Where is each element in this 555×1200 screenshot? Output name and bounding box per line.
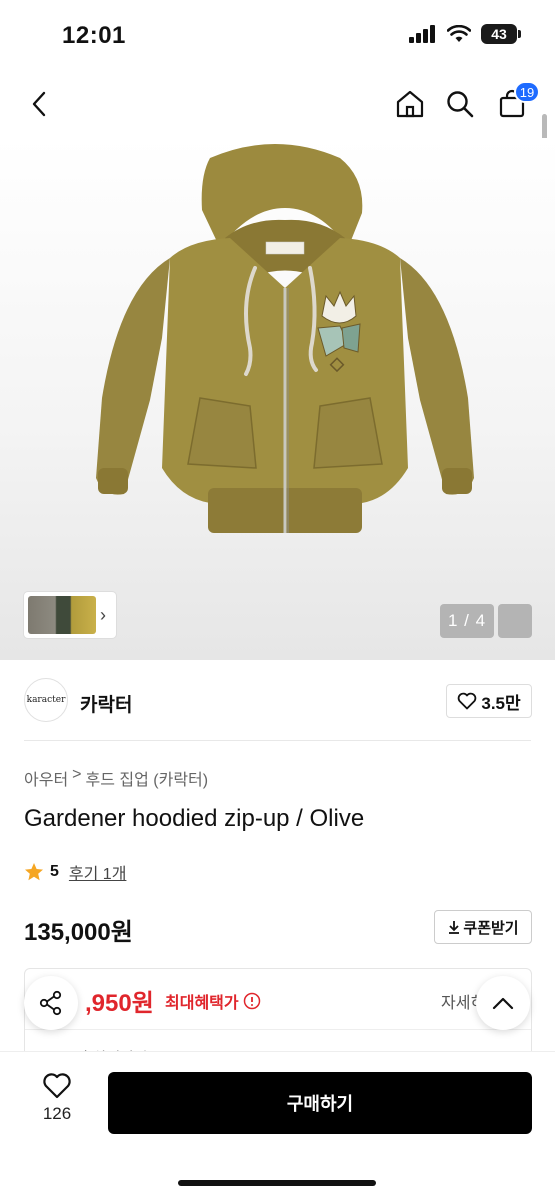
rating-row: 5 후기 1개 xyxy=(24,860,126,884)
status-bar: 12:01 43 xyxy=(0,0,555,72)
search-button[interactable] xyxy=(440,84,480,124)
bottom-action-bar: 126 구매하기 xyxy=(0,1052,555,1200)
brand-row: karacter 카락터 3.5만 xyxy=(0,660,555,742)
coupon-button[interactable]: 쿠폰받기 xyxy=(434,910,532,944)
thumbnail-strip[interactable]: › xyxy=(24,592,116,638)
chevron-left-icon xyxy=(32,91,46,117)
review-link[interactable]: 후기 1개 xyxy=(69,860,127,884)
coupon-label: 쿠폰받기 xyxy=(463,919,519,937)
rating-score: 5 xyxy=(50,863,59,880)
breadcrumb-category[interactable]: 아우터 xyxy=(24,766,68,790)
product-image-gallery[interactable]: › 1 / 4 xyxy=(0,138,555,660)
share-button[interactable] xyxy=(24,976,78,1030)
max-benefit-label: 최대혜택가 xyxy=(165,989,261,1013)
download-icon xyxy=(449,921,460,934)
heart-icon xyxy=(43,1073,71,1099)
chevron-right-icon: › xyxy=(100,604,106,625)
image-page-counter: 1 / 4 xyxy=(440,604,494,638)
product-title: Gardener hoodied zip-up / Olive xyxy=(24,805,365,832)
brand-like-button[interactable]: 3.5만 xyxy=(446,684,532,718)
scroll-top-button[interactable] xyxy=(476,976,530,1030)
chevron-up-icon xyxy=(492,997,514,1010)
status-time: 12:01 xyxy=(62,22,126,49)
divider xyxy=(24,740,531,741)
cart-button[interactable]: 19 xyxy=(492,81,540,124)
breadcrumb: 아우터 > 후드 집업 (카락터) xyxy=(24,766,208,790)
heart-icon xyxy=(458,692,477,710)
brand-logo[interactable]: karacter xyxy=(24,678,68,722)
product-price: 135,000원 xyxy=(24,919,133,946)
signal-icon xyxy=(409,25,435,43)
benefit-divider xyxy=(25,1029,531,1030)
wifi-icon xyxy=(447,25,471,42)
brand-name[interactable]: 카락터 xyxy=(80,690,132,717)
cart-count-badge: 19 xyxy=(514,81,540,103)
expand-image-button[interactable] xyxy=(498,604,532,638)
max-benefit-price: ,950원 xyxy=(85,990,154,1017)
info-icon[interactable] xyxy=(243,992,261,1010)
home-icon xyxy=(396,90,424,118)
status-icons: 43 xyxy=(409,24,521,44)
wishlist-button[interactable]: 126 xyxy=(26,1072,88,1124)
brand-like-count: 3.5만 xyxy=(481,693,521,713)
star-icon xyxy=(25,863,43,881)
home-indicator xyxy=(178,1180,376,1186)
thumbnail-image[interactable] xyxy=(28,596,96,634)
max-benefit-label-text: 최대혜택가 xyxy=(165,995,239,1012)
wishlist-count: 126 xyxy=(42,1104,72,1123)
breadcrumb-subcategory[interactable]: 후드 집업 (카락터) xyxy=(86,766,209,790)
share-icon xyxy=(39,990,62,1016)
breadcrumb-separator: > xyxy=(72,766,82,783)
product-image-hoodie xyxy=(96,144,474,533)
buy-button[interactable]: 구매하기 xyxy=(108,1072,532,1134)
back-button[interactable] xyxy=(20,84,60,124)
home-button[interactable] xyxy=(390,84,430,124)
search-icon xyxy=(447,91,474,118)
nav-bar: 19 xyxy=(0,72,555,138)
battery-icon: 43 xyxy=(481,24,521,44)
